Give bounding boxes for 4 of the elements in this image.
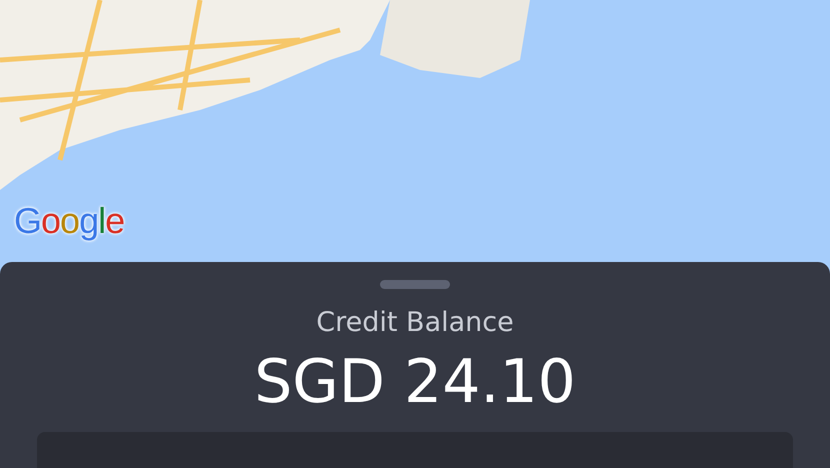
drag-handle[interactable]	[380, 280, 450, 289]
balance-amount: SGD 24.10	[254, 346, 576, 418]
balance-title: Credit Balance	[316, 307, 514, 338]
google-logo: Google	[14, 200, 124, 242]
